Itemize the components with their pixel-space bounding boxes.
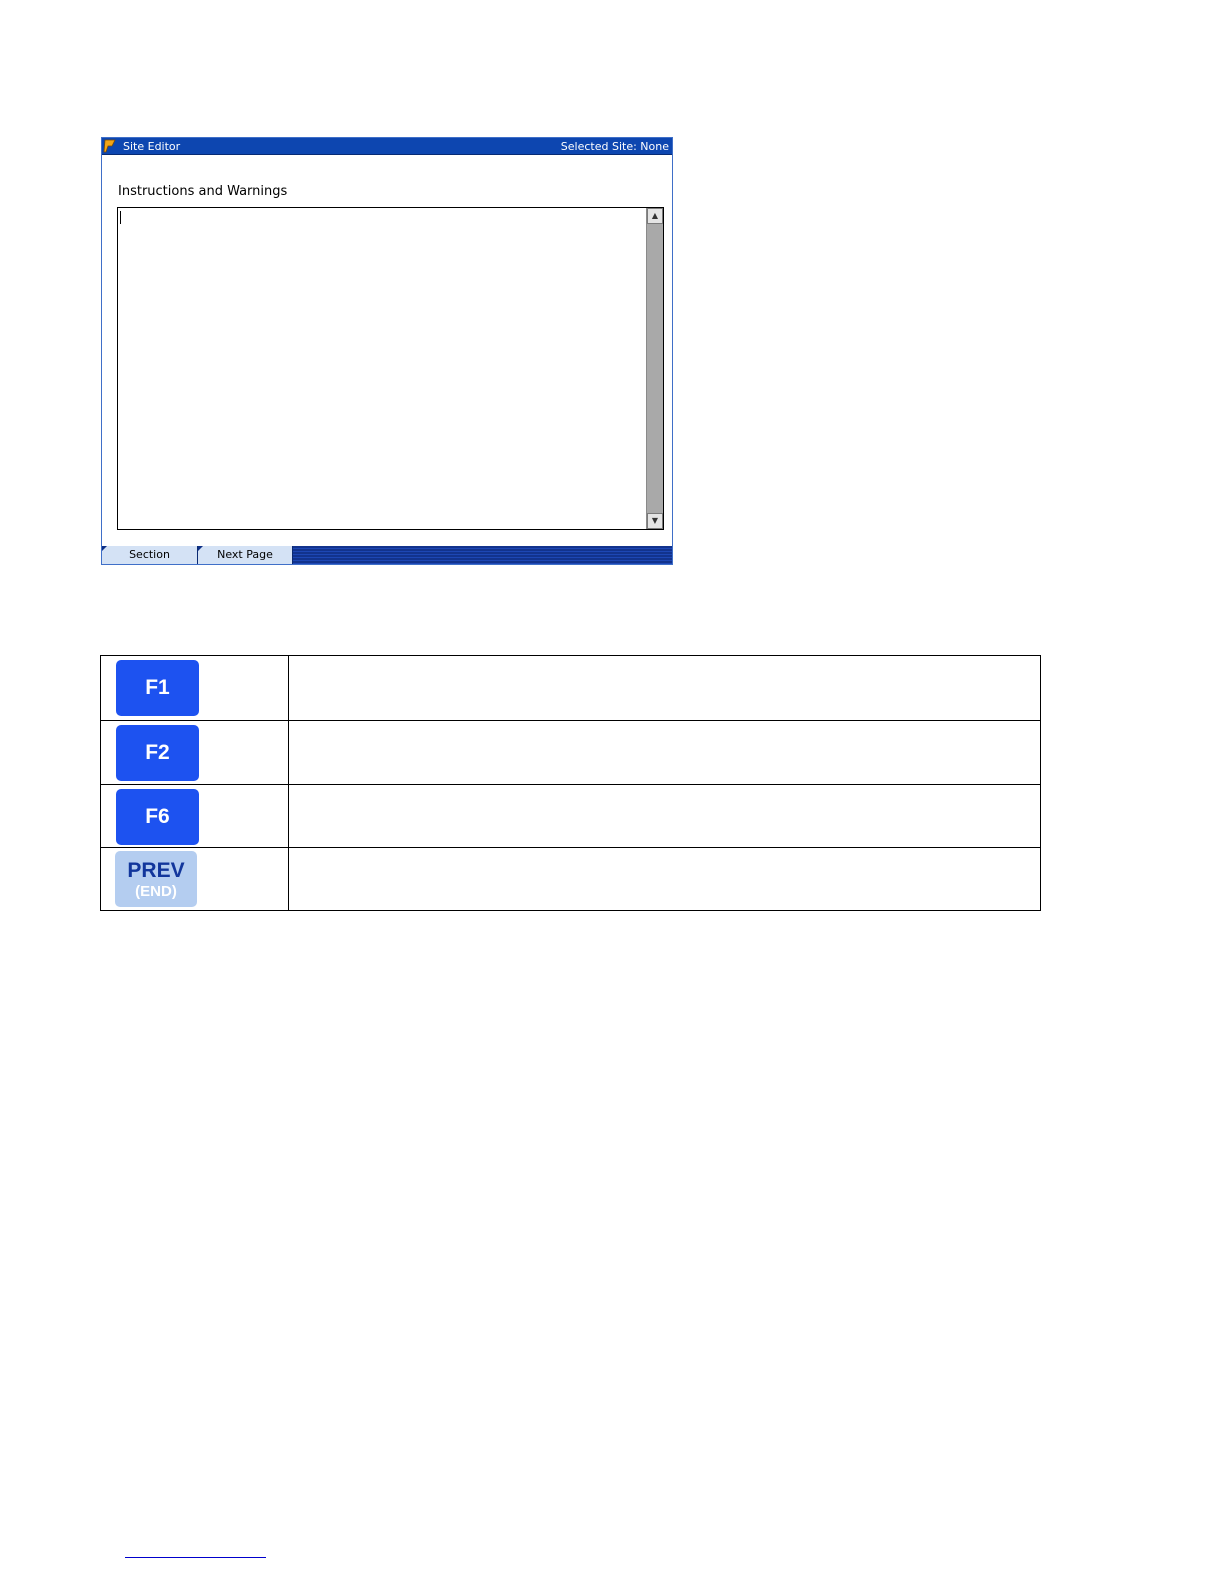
key-description — [287, 847, 1042, 911]
scroll-up-arrow-icon[interactable]: ▲ — [647, 208, 663, 224]
table-row: F6 — [100, 784, 1042, 848]
f1-key: F1 — [116, 660, 199, 716]
site-editor-window: Site Editor Selected Site: None Instruct… — [101, 137, 673, 565]
key-reference-table: F1 F2 F6 PREV (END) — [100, 655, 1042, 911]
app-logo-icon — [103, 139, 116, 153]
vertical-scrollbar[interactable]: ▲ ▼ — [646, 208, 663, 529]
instructions-textarea[interactable]: ▲ ▼ — [117, 207, 664, 530]
key-description — [287, 655, 1042, 721]
softkey-section[interactable]: Section — [102, 546, 198, 564]
scroll-down-arrow-icon[interactable]: ▼ — [647, 513, 663, 529]
text-caret — [120, 211, 121, 224]
prev-key-label: PREV — [127, 859, 185, 882]
window-title: Site Editor — [123, 140, 181, 153]
f2-key: F2 — [116, 725, 199, 781]
page: Site Editor Selected Site: None Instruct… — [0, 0, 1224, 1584]
end-key-sublabel: (END) — [135, 883, 177, 900]
section-label: Instructions and Warnings — [118, 184, 288, 199]
key-description — [287, 784, 1042, 848]
f6-key: F6 — [116, 789, 199, 845]
footnote-rule — [125, 1557, 266, 1558]
softkey-next-page[interactable]: Next Page — [198, 546, 293, 564]
prev-end-key: PREV (END) — [115, 851, 197, 907]
key-description — [287, 720, 1042, 785]
title-bar: Site Editor Selected Site: None — [102, 138, 672, 155]
table-row: F1 — [100, 655, 1042, 721]
table-row: F2 — [100, 720, 1042, 785]
softkey-bar: Section Next Page — [102, 546, 672, 564]
table-row: PREV (END) — [100, 847, 1042, 911]
selected-site-status: Selected Site: None — [560, 140, 669, 153]
